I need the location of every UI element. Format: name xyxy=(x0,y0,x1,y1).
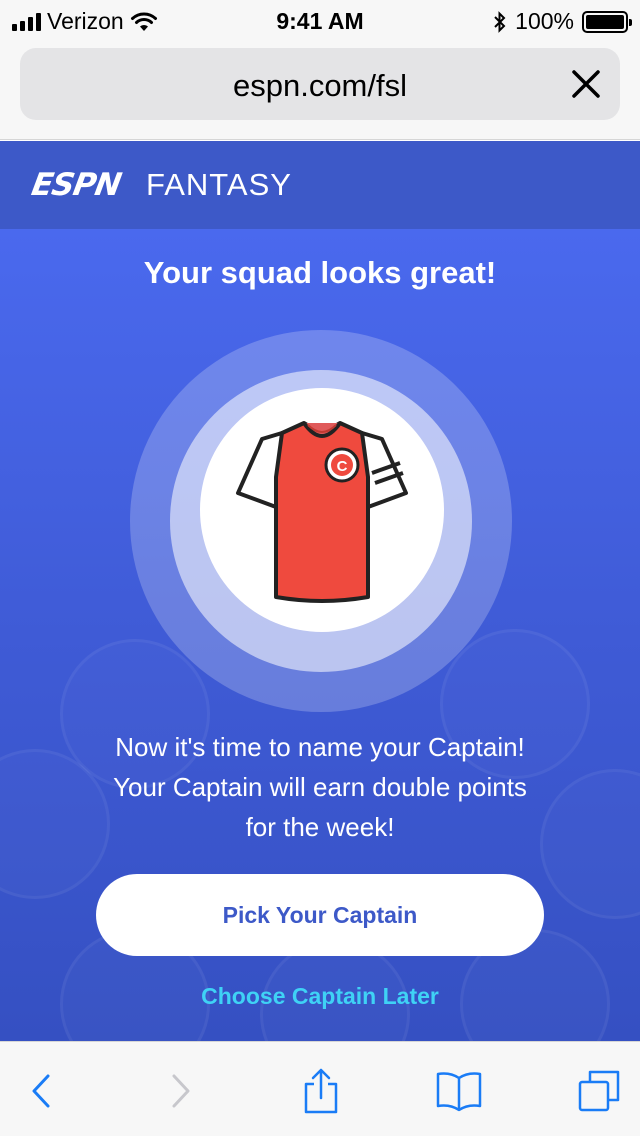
bluetooth-icon xyxy=(494,10,506,33)
back-icon[interactable] xyxy=(16,1066,66,1116)
browser-toolbar xyxy=(0,1041,640,1136)
close-icon[interactable] xyxy=(568,66,604,102)
message-line: for the week! xyxy=(245,812,395,842)
captain-message: Now it's time to name your Captain! Your… xyxy=(40,727,600,847)
main-panel: Your squad looks great! C Now it's time … xyxy=(0,229,640,1041)
url-text[interactable]: espn.com/fsl xyxy=(20,68,620,104)
espn-logo: ESPN xyxy=(28,167,124,203)
bookmarks-icon[interactable] xyxy=(434,1066,484,1116)
forward-icon[interactable] xyxy=(156,1066,206,1116)
captain-badge-letter: C xyxy=(337,458,348,475)
espn-header: ESPN FANTASY xyxy=(0,141,640,229)
fantasy-title: FANTASY xyxy=(146,167,292,202)
captain-jersey-icon: C xyxy=(236,421,408,603)
tabs-icon[interactable] xyxy=(574,1066,624,1116)
message-line: Now it's time to name your Captain! xyxy=(115,732,525,762)
share-icon[interactable] xyxy=(296,1066,346,1116)
battery-percent: 100% xyxy=(515,8,574,34)
squad-headline: Your squad looks great! xyxy=(143,255,497,290)
choose-captain-later-link[interactable]: Choose Captain Later xyxy=(0,983,640,1010)
status-right: 100% xyxy=(493,8,632,35)
status-bar: Verizon 9:41 AM 100% xyxy=(0,0,640,40)
battery-level xyxy=(586,14,624,29)
url-field[interactable]: espn.com/fsl xyxy=(20,48,620,120)
message-line: Your Captain will earn double points xyxy=(113,772,527,802)
battery-icon xyxy=(582,10,632,33)
pick-captain-button[interactable]: Pick Your Captain xyxy=(96,874,544,956)
browser-address-bar: espn.com/fsl xyxy=(0,40,640,140)
